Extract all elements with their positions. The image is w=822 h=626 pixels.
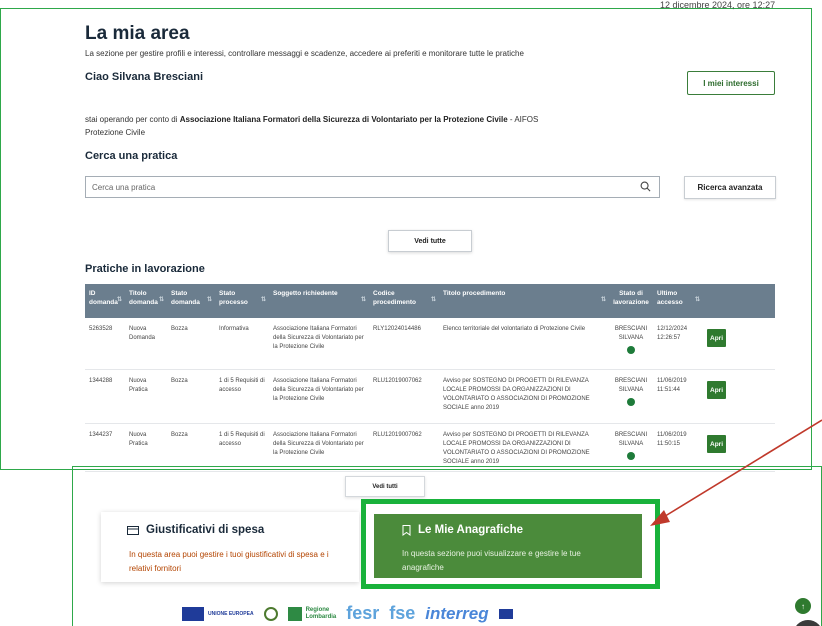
expenses-card[interactable]: Giustificativi di spesa In questa area p… (101, 512, 359, 582)
lombardia-icon (287, 606, 302, 621)
sort-icon[interactable]: ⇅ (159, 296, 164, 305)
registry-card[interactable]: Le Mie Anagrafiche In questa sezione puo… (374, 514, 642, 578)
status-dot-icon (627, 452, 635, 460)
section-title-in-progress: Pratiche in lavorazione (85, 263, 205, 275)
cell-title: Nuova Domanda (129, 326, 156, 341)
card-icon (127, 525, 139, 535)
cell-last-access: 11/06/2019 11:50:15 (657, 432, 687, 447)
column-header[interactable]: Titolo domanda ⇅ (125, 284, 167, 318)
eu-small-flag-icon (498, 608, 513, 619)
column-header[interactable]: Ultimo accesso ⇅ (653, 284, 703, 318)
search-input[interactable]: Cerca una pratica (85, 176, 660, 198)
interreg-logo: interreg (425, 603, 489, 623)
cell-last-access: 11/06/2019 11:51:44 (657, 378, 687, 393)
column-header[interactable]: Stato domanda ⇅ (167, 284, 215, 318)
column-header[interactable]: Stato di lavorazione (609, 284, 653, 318)
cell-status: Bozza (171, 378, 188, 384)
italian-republic-emblem-icon (263, 606, 278, 621)
footer-logos: UNIONE EUROPEA Regione Lombardia fesr fse… (182, 603, 513, 624)
operating-prefix: stai operando per conto di (85, 115, 180, 124)
cell-id: 5263528 (89, 326, 113, 332)
cell-code: RLY12024014486 (373, 326, 421, 332)
table-row: 5263528 Nuova Domanda Bozza Informativa … (85, 318, 775, 370)
cell-process: 1 di 5 Requisiti di accesso (219, 432, 265, 447)
cell-procedure: Avviso per SOSTEGNO DI PROGETTI DI RILEV… (443, 378, 590, 411)
bookmark-icon (402, 524, 411, 536)
lombardia-logo: Regione Lombardia (287, 606, 336, 621)
cell-status: Bozza (171, 326, 188, 332)
cell-procedure: Elenco territoriale del volontariato di … (443, 326, 586, 332)
greeting: Ciao Silvana Bresciani (85, 71, 203, 83)
my-interests-button[interactable]: I miei interessi (687, 71, 775, 95)
search-title: Cerca una pratica (85, 150, 178, 162)
sort-icon[interactable]: ⇅ (261, 296, 266, 305)
expenses-card-title: Giustificativi di spesa (127, 524, 359, 536)
table-row: 1344288 Nuova Pratica Bozza 1 di 5 Requi… (85, 370, 775, 424)
advanced-search-button[interactable]: Ricerca avanzata (684, 176, 776, 199)
cell-title: Nuova Pratica (129, 432, 148, 447)
cell-process: 1 di 5 Requisiti di accesso (219, 378, 265, 393)
operating-org: Associazione Italiana Formatori della Si… (179, 115, 508, 124)
column-header[interactable]: Codice procedimento ⇅ (369, 284, 439, 318)
eu-logo: UNIONE EUROPEA (182, 606, 254, 621)
open-button[interactable]: Apri (707, 329, 726, 347)
cell-applicant: Associazione Italiana Formatori della Si… (273, 432, 364, 456)
search-placeholder: Cerca una pratica (92, 182, 156, 192)
column-header[interactable]: ID domanda ⇅ (85, 284, 125, 318)
table-header: ID domanda ⇅ Titolo domanda ⇅ Stato domand… (85, 284, 775, 318)
datetime: 12 dicembre 2024, ore 12:27 (660, 0, 776, 10)
sort-icon[interactable]: ⇅ (117, 296, 122, 305)
sort-icon[interactable]: ⇅ (695, 296, 700, 305)
column-header[interactable]: Titolo procedimento ⇅ (439, 284, 609, 318)
practices-table: ID domanda ⇅ Titolo domanda ⇅ Stato domand… (85, 284, 775, 472)
sort-icon[interactable]: ⇅ (431, 296, 436, 305)
cell-applicant: Associazione Italiana Formatori della Si… (273, 326, 364, 350)
sort-icon[interactable]: ⇅ (207, 296, 212, 305)
sort-icon[interactable]: ⇅ (361, 296, 366, 305)
cell-process: Informativa (219, 326, 249, 332)
cell-applicant: Associazione Italiana Formatori della Si… (273, 378, 364, 402)
see-all-button[interactable]: Vedi tutte (388, 230, 472, 252)
sort-icon[interactable]: ⇅ (601, 296, 606, 305)
open-button[interactable]: Apri (707, 435, 726, 453)
cell-work-status: BRESCIANI SILVANA (609, 424, 653, 471)
column-header[interactable]: Stato processo ⇅ (215, 284, 269, 318)
cell-procedure: Avviso per SOSTEGNO DI PROGETTI DI RILEV… (443, 432, 590, 465)
status-dot-icon (627, 346, 635, 354)
eu-flag-icon (182, 606, 204, 621)
fse-logo: fse (389, 603, 416, 623)
page-subtitle: La sezione per gestire profili e interes… (85, 49, 524, 58)
page-title: La mia area (85, 23, 190, 44)
cell-id: 1344237 (89, 432, 113, 438)
column-header (703, 284, 741, 318)
search-icon[interactable] (640, 181, 651, 192)
table-row: 1344237 Nuova Pratica Bozza 1 di 5 Requi… (85, 424, 775, 472)
cell-code: RLU12019007062 (373, 378, 422, 384)
status-dot-icon (627, 398, 635, 406)
registry-card-title: Le Mie Anagrafiche (402, 524, 642, 536)
column-header[interactable]: Soggetto richiedente ⇅ (269, 284, 369, 318)
cell-status: Bozza (171, 432, 188, 438)
see-all-practices-button[interactable]: Vedi tutti (345, 476, 425, 497)
cell-work-status: BRESCIANI SILVANA (609, 318, 653, 369)
operating-on-behalf: stai operando per conto di Associazione … (85, 113, 555, 139)
cell-id: 1344288 (89, 378, 113, 384)
cell-last-access: 12/12/2024 12:26:57 (657, 326, 688, 341)
cell-work-status: BRESCIANI SILVANA (609, 370, 653, 423)
registry-card-description: In questa sezione puoi visualizzare e ge… (402, 549, 581, 572)
cell-title: Nuova Pratica (129, 378, 148, 393)
fesr-logo: fesr (346, 603, 380, 623)
cell-code: RLU12019007062 (373, 432, 422, 438)
expenses-card-description: In questa area puoi gestire i tuoi giust… (129, 550, 329, 573)
open-button[interactable]: Apri (707, 381, 726, 399)
scroll-to-top-button[interactable]: ↑ (795, 598, 811, 614)
